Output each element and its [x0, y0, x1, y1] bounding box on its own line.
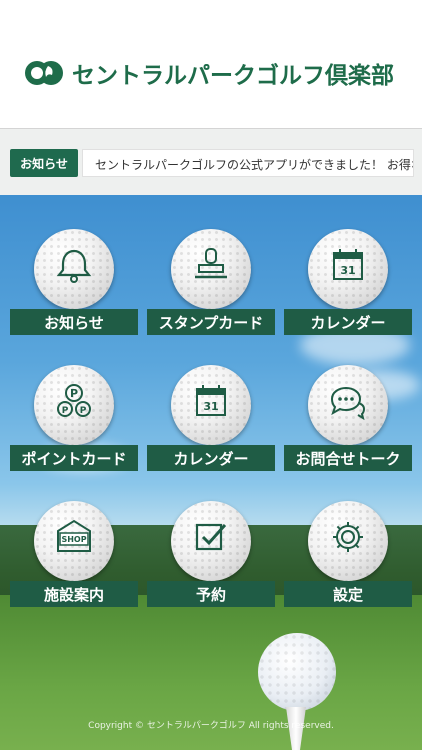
calendar-icon: 31 [333, 249, 363, 280]
menu-label: 予約 [147, 581, 275, 607]
notice-ticker[interactable]: セントラルパークゴルフの公式アプリができました！ お得な情報やお [82, 149, 414, 177]
menu-item-calendar[interactable]: 31 カレンダー [284, 229, 412, 339]
points-icon: P P P [57, 384, 91, 417]
menu-label: お知らせ [10, 309, 138, 335]
golf-ball: 31 [171, 365, 251, 445]
golf-ball [171, 501, 251, 581]
notice-bar[interactable]: お知らせ セントラルパークゴルフの公式アプリができました！ お得な情報やお [0, 129, 422, 195]
menu-label: お問合せトーク [284, 445, 412, 471]
golf-ball: P P P [34, 365, 114, 445]
menu-item-stamp-card[interactable]: スタンプカード [147, 229, 275, 339]
app-header: セントラルパークゴルフ倶楽部 [0, 0, 422, 128]
stamp-icon [195, 248, 227, 279]
bell-icon [56, 249, 92, 283]
golf-ball [171, 229, 251, 309]
shop-icon: SHOP [57, 519, 91, 552]
golf-ball [308, 365, 388, 445]
background-photo: お知らせ スタンプカード 31 カレンダー P P P ポイントカード 31 カ… [0, 195, 422, 750]
point-letter: P [80, 406, 87, 416]
menu-label: 設定 [284, 581, 412, 607]
golf-ball: SHOP [34, 501, 114, 581]
menu-item-facility-guide[interactable]: SHOP 施設案内 [10, 501, 138, 611]
golf-ball-on-tee [258, 633, 336, 711]
menu-item-point-card[interactable]: P P P ポイントカード [10, 365, 138, 475]
menu-label: 施設案内 [10, 581, 138, 607]
menu-label: ポイントカード [10, 445, 138, 471]
calendar-date: 31 [340, 264, 355, 277]
golf-ball [308, 501, 388, 581]
point-letter: P [70, 387, 78, 400]
copyright: Copyright © セントラルパークゴルフ All rights reser… [88, 721, 334, 731]
golf-ball [34, 229, 114, 309]
golf-ball: 31 [308, 229, 388, 309]
gear-icon [333, 522, 363, 552]
logo-mark-icon [25, 61, 63, 85]
checkbox-icon [195, 523, 227, 551]
notice-label: お知らせ [10, 149, 78, 177]
menu-label: カレンダー [147, 445, 275, 471]
menu-label: カレンダー [284, 309, 412, 335]
menu-label: スタンプカード [147, 309, 275, 335]
app-title: セントラルパークゴルフ倶楽部 [72, 63, 394, 89]
menu-item-inquiry-talk[interactable]: お問合せトーク [284, 365, 412, 475]
menu-item-calendar-2[interactable]: 31 カレンダー [147, 365, 275, 475]
menu-item-news[interactable]: お知らせ [10, 229, 138, 339]
point-letter: P [62, 406, 69, 416]
calendar-date: 31 [203, 400, 218, 413]
logo: セントラルパークゴルフ倶楽部 [24, 56, 394, 90]
shop-text: SHOP [61, 535, 86, 544]
notice-message: セントラルパークゴルフの公式アプリができました！ お得な情報やお [95, 158, 413, 172]
menu-item-settings[interactable]: 設定 [284, 501, 412, 611]
menu-item-reservation[interactable]: 予約 [147, 501, 275, 611]
chat-icon [330, 386, 366, 421]
calendar-icon: 31 [196, 385, 226, 416]
